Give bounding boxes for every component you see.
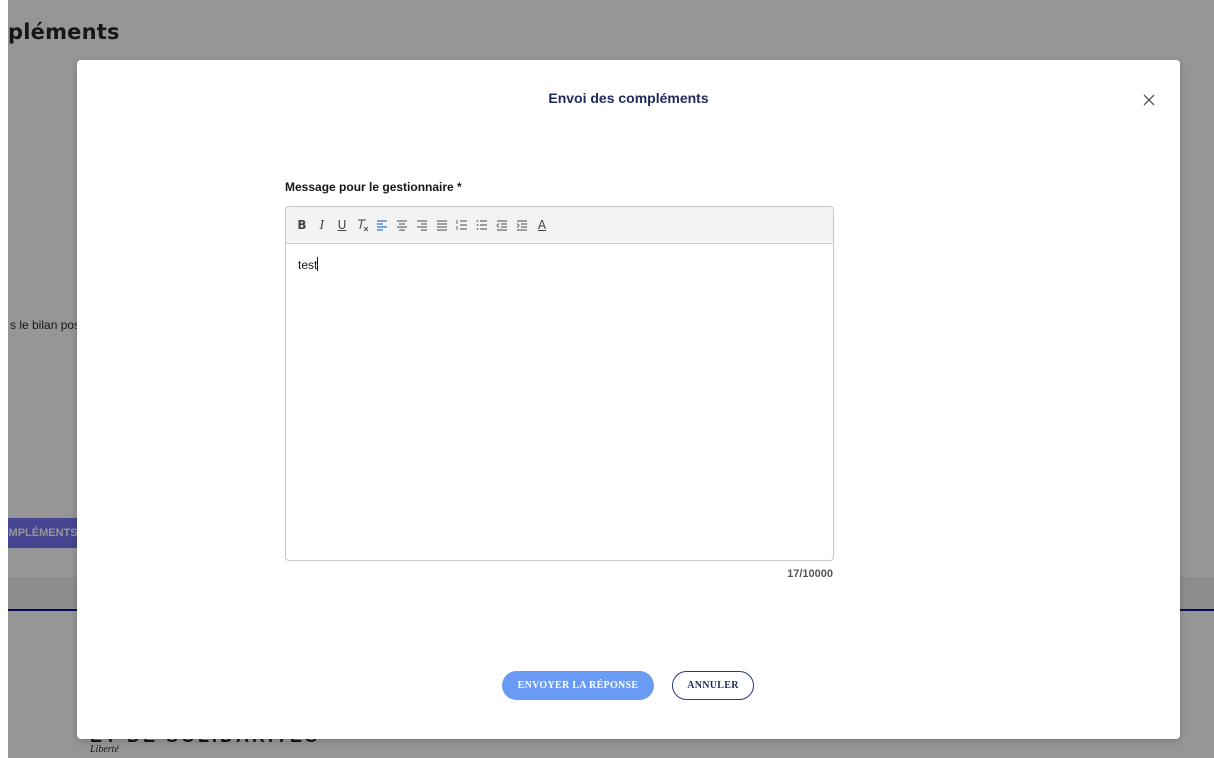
align-justify-button[interactable] xyxy=(434,216,450,234)
modal-title: Envoi des compléments xyxy=(548,90,709,106)
send-complements-modal: Envoi des compléments Message pour le ge… xyxy=(77,60,1180,739)
close-icon xyxy=(1143,94,1155,106)
editor-text: test xyxy=(298,258,318,272)
align-center-button[interactable] xyxy=(394,216,410,234)
editor-toolbar: B I U A xyxy=(286,207,833,244)
bold-button[interactable]: B xyxy=(294,216,310,234)
close-button[interactable] xyxy=(1137,88,1161,112)
underline-button[interactable]: U xyxy=(334,216,350,234)
clear-format-icon xyxy=(358,219,369,232)
message-editor[interactable]: B I U A test xyxy=(285,206,834,561)
message-field-label: Message pour le gestionnaire * xyxy=(285,180,462,194)
italic-button[interactable]: I xyxy=(314,216,330,234)
send-response-button[interactable]: ENVOYER LA RÉPONSE xyxy=(502,671,654,700)
viewport-edge xyxy=(0,0,8,758)
align-right-icon xyxy=(417,220,427,231)
clear-format-button[interactable] xyxy=(354,216,370,234)
outdent-icon xyxy=(496,220,507,231)
editor-content[interactable]: test xyxy=(298,257,319,272)
text-caret xyxy=(317,257,319,271)
underline-icon: U xyxy=(337,218,347,232)
align-left-icon xyxy=(377,220,387,231)
cancel-button[interactable]: ANNULER xyxy=(672,671,754,700)
bullet-list-button[interactable] xyxy=(474,216,490,234)
bold-icon: B xyxy=(297,218,307,232)
character-counter: 17/10000 xyxy=(787,568,833,580)
align-left-button[interactable] xyxy=(374,216,390,234)
text-color-icon: A xyxy=(537,218,547,232)
page: pléments s le bilan poss OMPLÉMENTS ET D… xyxy=(0,0,1214,758)
ordered-list-button[interactable] xyxy=(454,216,470,234)
align-justify-icon xyxy=(437,220,447,231)
align-right-button[interactable] xyxy=(414,216,430,234)
text-color-button[interactable]: A xyxy=(534,216,550,234)
bullet-list-icon xyxy=(476,220,487,230)
align-center-icon xyxy=(397,220,407,231)
outdent-button[interactable] xyxy=(494,216,510,234)
italic-icon: I xyxy=(319,218,325,232)
ordered-list-icon xyxy=(456,220,467,230)
indent-icon xyxy=(516,220,527,231)
indent-button[interactable] xyxy=(514,216,530,234)
